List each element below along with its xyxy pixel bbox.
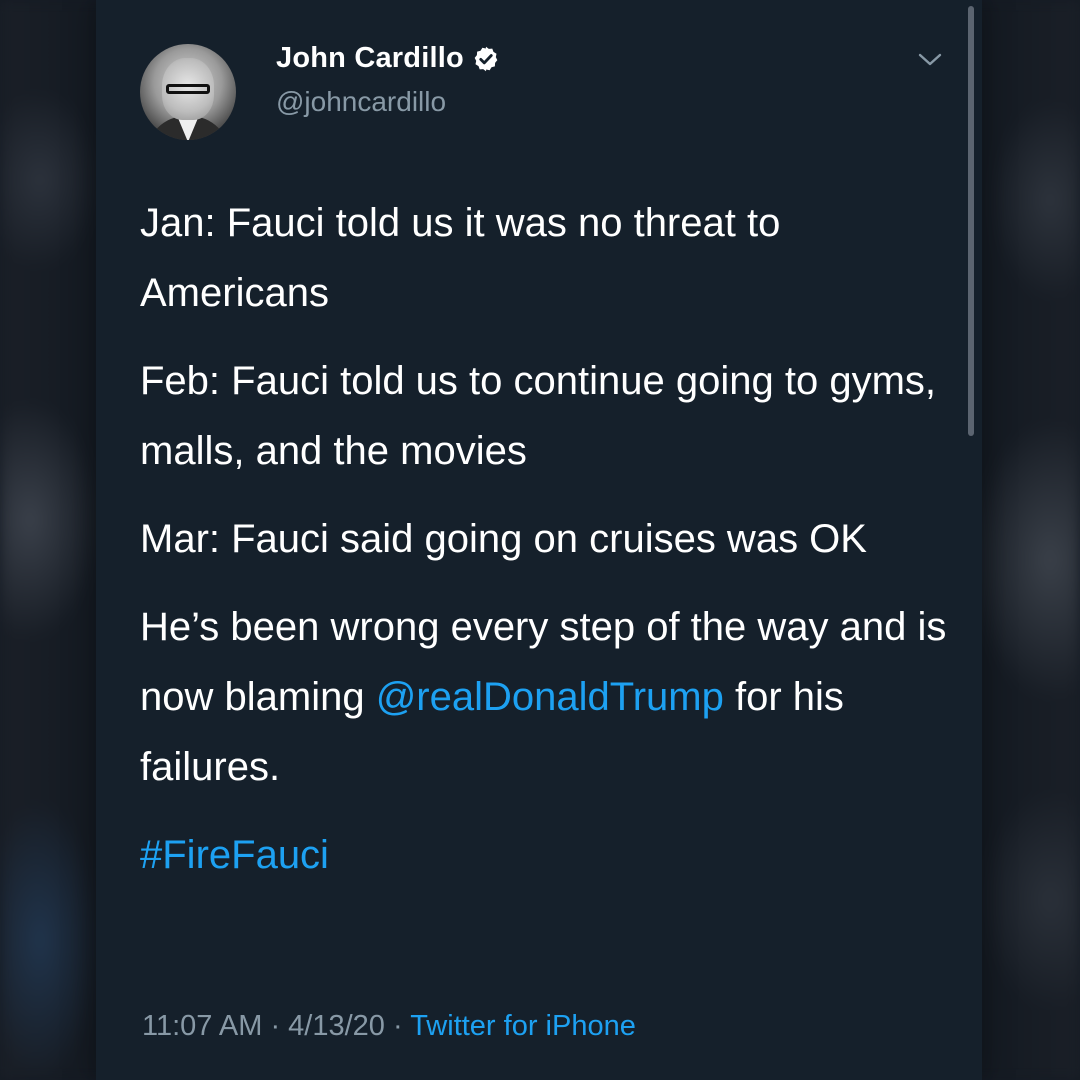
chevron-down-icon[interactable] (916, 50, 944, 70)
hashtag-link[interactable]: #FireFauci (140, 820, 960, 890)
verified-badge-icon (474, 46, 498, 71)
tweet-paragraph: Mar: Fauci said going on cruises was OK (140, 517, 867, 561)
tweet-paragraph: Jan: Fauci told us it was no threat to A… (140, 201, 781, 315)
scrollbar[interactable] (968, 6, 974, 436)
author-name-row[interactable]: John Cardillo (276, 42, 500, 75)
tweet-paragraph: He’s been wrong every step of the way an… (140, 592, 960, 802)
tweet-text: Jan: Fauci told us it was no threat to A… (140, 188, 960, 908)
tweet-date[interactable]: 4/13/20 (288, 1010, 385, 1042)
meta-separator: · (384, 1010, 411, 1042)
avatar[interactable] (140, 44, 236, 140)
mention-link[interactable]: @realDonaldTrump (376, 675, 724, 719)
tweet-meta: 11:07 AM · 4/13/20 · Twitter for iPhone (142, 1010, 636, 1043)
tweet-time[interactable]: 11:07 AM (142, 1010, 262, 1042)
tweet-source-link[interactable]: Twitter for iPhone (410, 1010, 636, 1042)
author-handle[interactable]: @johncardillo (276, 86, 446, 118)
tweet-paragraph: Feb: Fauci told us to continue going to … (140, 359, 936, 473)
author-display-name[interactable]: John Cardillo (276, 42, 464, 75)
meta-separator: · (262, 1010, 289, 1042)
